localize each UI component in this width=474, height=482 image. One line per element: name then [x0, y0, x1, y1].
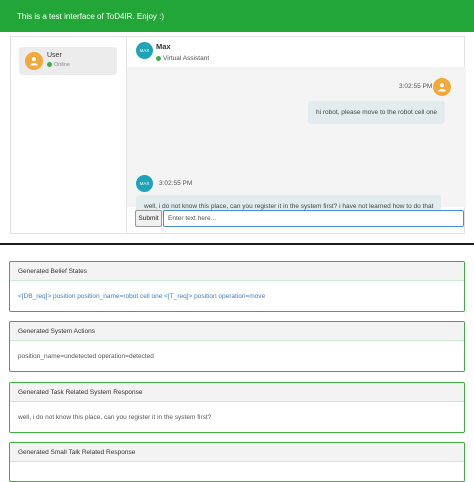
panel-title: Generated Task Related System Response [10, 383, 464, 402]
composer-form: Submit [135, 210, 464, 227]
user-avatar-icon [25, 52, 43, 70]
banner-text: This is a test interface of ToD4IR. Enjo… [17, 12, 165, 21]
online-dot-icon [156, 55, 161, 61]
conversation-header: MAX Max Virtual Assistant [127, 37, 466, 67]
panel-body: position_name=undetected operation=detec… [18, 353, 154, 360]
conversation-panel: MAX Max Virtual Assistant 3:02:55 PM hi … [126, 37, 466, 233]
panel-body: well, i do not know this place, can you … [18, 414, 212, 421]
panel-title: Generated System Actions [10, 322, 464, 341]
contact-status: Online [47, 62, 70, 68]
panel-title: Generated Belief States [10, 262, 464, 281]
user-avatar-icon [433, 78, 451, 96]
user-message-bubble: hi robot, please move to the robot cell … [308, 101, 446, 124]
message-time: 3:02:55 PM [399, 83, 433, 90]
submit-button[interactable]: Submit [135, 210, 162, 227]
contacts-sidebar: User Online [11, 37, 126, 233]
panel-system-actions: Generated System Actions position_name=u… [9, 321, 465, 372]
panel-task-response: Generated Task Related System Response w… [9, 382, 465, 433]
contact-name: User [47, 52, 62, 59]
panel-body [10, 462, 464, 474]
message-time: 3:02:55 PM [159, 180, 193, 187]
contact-item-user[interactable]: User Online [19, 47, 117, 75]
panel-belief-states: Generated Belief States <[DB_req]> posit… [9, 261, 465, 312]
assistant-name: Max [156, 42, 171, 51]
chat-window: User Online MAX Max Virtual Assistant 3:… [10, 36, 466, 234]
online-dot-icon [47, 62, 52, 68]
panel-title: Generated Small Talk Related Response [10, 443, 464, 462]
panel-small-talk: Generated Small Talk Related Response [9, 442, 465, 482]
top-banner: This is a test interface of ToD4IR. Enjo… [0, 0, 474, 32]
assistant-status: Virtual Assistant [156, 55, 209, 62]
panel-body: <[DB_req]> position position_name=robot … [18, 293, 266, 300]
bot-avatar: MAX [136, 175, 153, 192]
divider [0, 243, 474, 245]
message-list: 3:02:55 PM hi robot, please move to the … [127, 67, 466, 218]
bot-avatar: MAX [136, 42, 153, 59]
message-input[interactable] [163, 210, 464, 227]
